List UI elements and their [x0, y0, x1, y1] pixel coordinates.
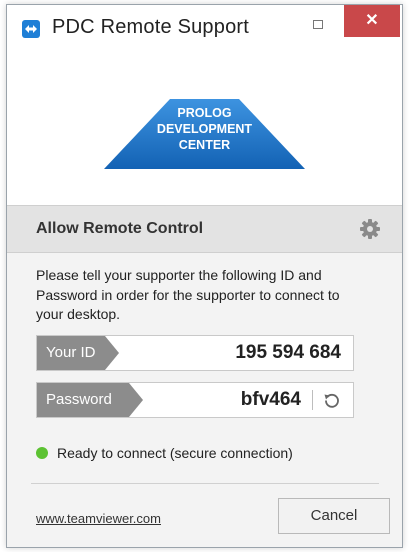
instructions-text: Please tell your supporter the following…: [36, 267, 340, 322]
cancel-button[interactable]: Cancel: [278, 498, 390, 534]
password-label: Password: [37, 383, 143, 417]
id-value[interactable]: 195 594 684: [235, 336, 341, 370]
close-button[interactable]: ✕: [344, 5, 400, 37]
logo-line-2: DEVELOPMENT: [156, 122, 253, 136]
id-row: Your ID 195 594 684: [36, 335, 354, 371]
password-row: Password bfv464: [36, 382, 354, 418]
remote-support-window: PDC Remote Support ✕ PROLOG DEVELOPMENT …: [6, 4, 403, 548]
logo-line-1: PROLOG: [177, 106, 232, 120]
window-title: PDC Remote Support: [52, 16, 250, 38]
gear-icon[interactable]: [359, 218, 381, 240]
title-bar[interactable]: PDC Remote Support ✕: [7, 5, 402, 51]
teamviewer-link[interactable]: www.teamviewer.com: [36, 511, 161, 526]
status-text: Ready to connect (secure connection): [57, 445, 293, 461]
section-title: Allow Remote Control: [36, 220, 204, 237]
maximize-button[interactable]: [301, 11, 335, 39]
app-icon: [22, 20, 40, 38]
pdc-logo: PROLOG DEVELOPMENT CENTER: [104, 99, 305, 174]
password-value[interactable]: bfv464: [241, 383, 301, 417]
footer-divider: [31, 483, 379, 484]
status-indicator: [36, 447, 48, 459]
close-icon: ✕: [365, 12, 379, 29]
logo-line-3: CENTER: [178, 138, 231, 152]
password-divider: [312, 390, 313, 410]
refresh-icon[interactable]: [323, 391, 341, 409]
id-label: Your ID: [37, 336, 119, 370]
section-header: Allow Remote Control: [7, 205, 402, 253]
logo-area: PROLOG DEVELOPMENT CENTER: [7, 51, 402, 205]
maximize-icon: [313, 20, 323, 29]
